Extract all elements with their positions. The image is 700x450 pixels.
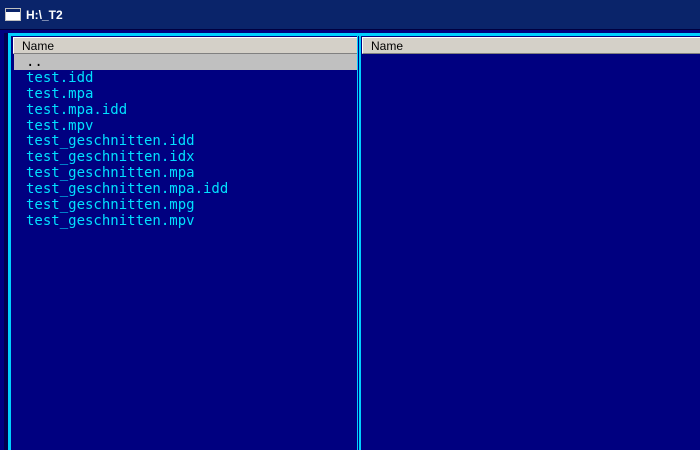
file-list-item[interactable]: test_geschnitten.mpa xyxy=(14,165,358,181)
column-header-label: Name xyxy=(371,39,404,53)
right-panel[interactable]: Name xyxy=(362,37,700,450)
file-list-item[interactable]: test_geschnitten.idx xyxy=(14,149,358,165)
column-header-label: Name xyxy=(22,39,55,53)
panel-divider-line xyxy=(358,36,359,450)
right-column-header-name[interactable]: Name xyxy=(362,37,700,54)
file-list-item[interactable]: test.mpa xyxy=(14,86,358,102)
file-list-item[interactable]: test_geschnitten.idd xyxy=(14,133,358,150)
window-title: H:\_T2 xyxy=(26,8,63,22)
file-list-item[interactable]: test_geschnitten.mpg xyxy=(14,197,358,213)
file-list-item[interactable]: test.mpa.idd xyxy=(14,102,358,118)
left-file-list[interactable]: .. test.idd test.mpa test.mpa.idd test.mpv te… xyxy=(14,54,358,229)
file-list-item[interactable]: test_geschnitten.mpv xyxy=(14,213,358,229)
window-icon[interactable] xyxy=(5,8,21,21)
title-bar[interactable]: H:\_T2 xyxy=(0,0,700,30)
file-list-item[interactable]: test_geschnitten.mpa.idd xyxy=(14,181,358,197)
left-column-header-name[interactable]: Name xyxy=(13,37,358,54)
file-list-item[interactable]: test.idd xyxy=(14,70,358,86)
file-list-item-selected[interactable]: .. xyxy=(14,54,358,70)
file-manager-window: H:\_T2 Name .. test.idd test.mpa test.mpa.i… xyxy=(0,0,700,450)
left-panel[interactable]: Name .. test.idd test.mpa test.mpa.idd test.… xyxy=(13,37,358,450)
file-list-item[interactable]: test.mpv xyxy=(14,118,358,134)
